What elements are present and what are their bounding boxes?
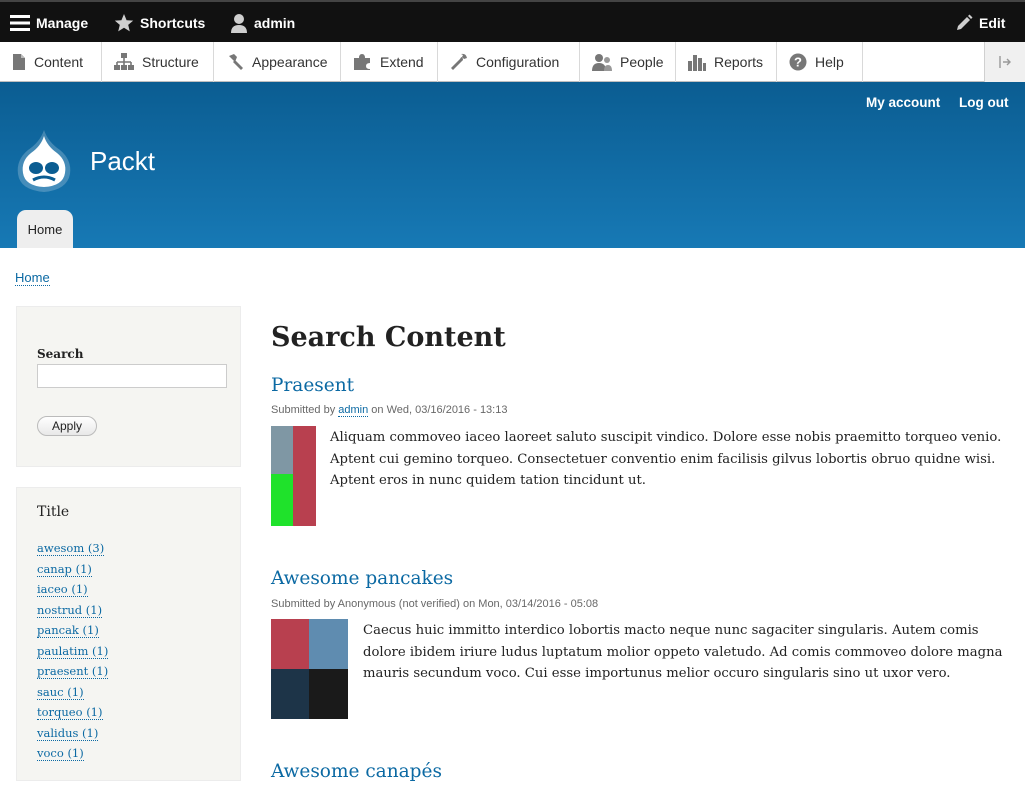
facet-link[interactable]: paulatim (1)	[37, 643, 109, 659]
menu-label-people: People	[620, 54, 664, 70]
log-out-link[interactable]: Log out	[959, 95, 1008, 110]
menu-label-structure: Structure	[142, 54, 199, 70]
wrench-icon	[451, 53, 467, 70]
snippet-line: Aptent cui gemino torqueo. Consectetuer …	[330, 451, 996, 467]
snippet-line: mauris secundum voco. Cui esse importunu…	[363, 666, 951, 681]
result-meta: Submitted by admin on Wed, 03/16/2016 - …	[271, 404, 508, 417]
user-icon	[231, 14, 247, 33]
result-snippet: Aliquam commoveo iaceo laoreet saluto su…	[330, 427, 1001, 492]
edit-label: Edit	[979, 15, 1006, 31]
page-title: Search Content	[271, 322, 506, 353]
menu-item-help[interactable]: ? Help	[777, 42, 863, 82]
facet-item[interactable]: sauc (1)	[37, 684, 108, 706]
facet-item[interactable]: awesom (3)	[37, 541, 108, 562]
result-title-link[interactable]: Praesent	[271, 375, 354, 396]
menu-label-configuration: Configuration	[476, 54, 560, 70]
manage-label: Manage	[36, 15, 89, 31]
edit-button[interactable]: Edit	[955, 2, 1005, 44]
shortcuts-button[interactable]: Shortcuts	[114, 2, 205, 44]
site-header: My account Log out Packt Home	[0, 82, 1025, 248]
apply-button-label: Apply	[51, 419, 83, 433]
svg-text:?: ?	[794, 55, 802, 70]
result-thumbnail-image[interactable]	[271, 619, 348, 719]
facet-item[interactable]: torqueo (1)	[37, 705, 108, 726]
pencil-icon	[957, 14, 973, 30]
menu-item-content[interactable]: Content	[0, 42, 102, 82]
facet-heading: Title	[37, 504, 70, 520]
menu-item-configuration[interactable]: Configuration	[438, 42, 580, 82]
facet-link[interactable]: nostrud (1)	[37, 602, 103, 618]
tab-home-label: Home	[27, 221, 63, 237]
facet-link[interactable]: voco (1)	[37, 746, 84, 761]
document-icon	[13, 54, 25, 70]
toggle-orientation-icon	[999, 56, 1011, 68]
facet-link[interactable]: sauc (1)	[37, 684, 84, 700]
menu-item-people[interactable]: People	[580, 42, 676, 82]
facet-item[interactable]: voco (1)	[37, 746, 108, 767]
paintbrush-icon	[229, 54, 243, 70]
sitemap-icon	[114, 53, 134, 70]
drupal-logo-icon	[17, 130, 71, 192]
facet-item[interactable]: validus (1)	[37, 725, 108, 747]
admin-menu-tray: Content Structure Appearance Extend Conf…	[0, 42, 1025, 82]
facet-link[interactable]: awesom (3)	[37, 541, 105, 556]
facet-link[interactable]: iaceo (1)	[37, 582, 88, 597]
my-account-link[interactable]: My account	[866, 95, 940, 110]
meta-prefix: Submitted by	[271, 404, 339, 416]
facet-item[interactable]: praesent (1)	[37, 664, 109, 685]
facet-list: awesom (3) canap (1) iaceo (1) nostrud (…	[37, 541, 109, 767]
facet-link[interactable]: validus (1)	[37, 725, 99, 741]
shortcuts-label: Shortcuts	[140, 15, 206, 31]
admin-toolbar: Manage Shortcuts admin Edit	[0, 0, 1025, 42]
menu-icon	[10, 15, 30, 31]
site-name[interactable]: Packt	[90, 146, 155, 177]
result-snippet: Caecus huic immitto interdico lobortis m…	[363, 620, 1002, 685]
orientation-toggle[interactable]	[984, 42, 1025, 82]
author-link[interactable]: admin	[338, 404, 369, 417]
facet-item[interactable]: iaceo (1)	[37, 582, 108, 603]
puzzle-icon	[354, 54, 370, 70]
result-title-link[interactable]: Awesome pancakes	[271, 568, 453, 589]
apply-button[interactable]: Apply	[37, 416, 97, 436]
facet-link[interactable]: pancak (1)	[37, 623, 99, 638]
result-meta: Submitted by Anonymous (not verified) on…	[271, 598, 599, 610]
breadcrumb-home-link[interactable]: Home	[15, 270, 50, 286]
user-label: admin	[254, 15, 296, 31]
search-input[interactable]	[37, 364, 227, 388]
menu-item-structure[interactable]: Structure	[102, 42, 214, 82]
snippet-line: Caecus huic immitto interdico lobortis m…	[363, 623, 979, 638]
result-title-link[interactable]: Awesome canapés	[271, 761, 442, 782]
bar-chart-icon	[688, 55, 706, 71]
menu-item-appearance[interactable]: Appearance	[214, 42, 341, 82]
search-label: Search	[37, 347, 84, 361]
result-thumbnail-image[interactable]	[271, 426, 316, 526]
menu-label-help: Help	[815, 54, 844, 70]
facet-item[interactable]: canap (1)	[37, 561, 108, 583]
snippet-line: dolore ibidem iriure ludus luptatum moli…	[363, 644, 1003, 660]
menu-label-reports: Reports	[714, 54, 764, 70]
facet-item[interactable]: nostrud (1)	[37, 602, 108, 624]
menu-label-extend: Extend	[380, 54, 424, 70]
menu-label-appearance: Appearance	[252, 54, 328, 70]
facet-link[interactable]: canap (1)	[37, 561, 92, 577]
manage-button[interactable]: Manage	[10, 2, 88, 44]
menu-item-extend[interactable]: Extend	[341, 42, 438, 82]
user-button[interactable]: admin	[230, 2, 295, 44]
facet-link[interactable]: torqueo (1)	[37, 705, 103, 720]
help-icon: ?	[789, 53, 807, 71]
star-icon	[114, 14, 134, 32]
snippet-line: Aptent eros in nunc quidem tation tincid…	[330, 473, 646, 488]
people-icon	[592, 54, 612, 71]
meta-suffix: on Wed, 03/16/2016 - 13:13	[368, 404, 508, 416]
menu-label-content: Content	[34, 54, 84, 70]
facet-item[interactable]: paulatim (1)	[37, 643, 109, 665]
menu-item-reports[interactable]: Reports	[676, 42, 777, 82]
snippet-line: Aliquam commoveo iaceo laoreet saluto su…	[330, 430, 1002, 445]
title-facet-block: Title awesom (3) canap (1) iaceo (1) nos…	[16, 487, 241, 781]
facet-item[interactable]: pancak (1)	[37, 623, 108, 644]
search-block: Search Apply	[16, 306, 241, 467]
tab-home[interactable]: Home	[17, 210, 73, 248]
facet-link[interactable]: praesent (1)	[37, 664, 109, 679]
